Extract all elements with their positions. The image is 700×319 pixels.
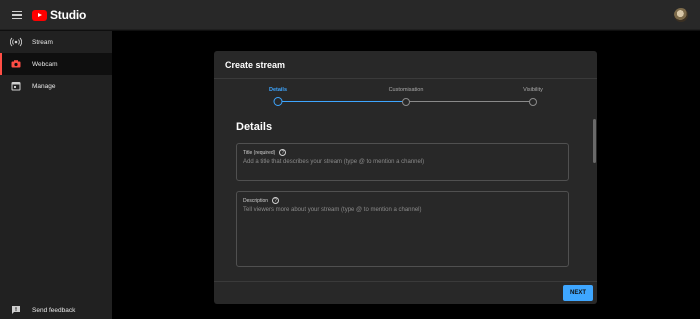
sidebar-item-label: Stream xyxy=(32,38,53,46)
description-label-text: Description xyxy=(243,197,269,204)
title-label-text: Title (required) xyxy=(243,149,276,156)
camera-icon xyxy=(10,59,22,69)
sidebar-item-label: Manage xyxy=(32,82,56,90)
broadcast-icon xyxy=(10,37,22,47)
description-field-label: Description ? xyxy=(243,197,280,204)
description-field[interactable]: Description ? Tell viewers more about yo… xyxy=(236,191,569,267)
stepper: Details Customisation Visibility xyxy=(214,81,597,111)
sidebar-item-manage[interactable]: Manage xyxy=(0,75,112,97)
feedback-icon xyxy=(10,305,22,315)
sidebar-item-stream[interactable]: Stream xyxy=(0,31,112,53)
description-input[interactable]: Tell viewers more about your stream (typ… xyxy=(243,207,422,213)
step-details-dot[interactable] xyxy=(273,97,283,106)
step-progress-line xyxy=(282,101,406,102)
studio-logo[interactable]: Studio xyxy=(32,8,86,22)
menu-icon[interactable] xyxy=(12,11,22,19)
youtube-logo-icon xyxy=(32,9,47,21)
step-visibility-label[interactable]: Visibility xyxy=(523,87,543,93)
send-feedback-label: Send feedback xyxy=(32,306,76,314)
section-title: Details xyxy=(236,121,273,133)
step-details-label[interactable]: Details xyxy=(269,87,287,93)
step-visibility-dot[interactable] xyxy=(529,97,537,106)
dialog-content: Details Title (required) ? Add a title t… xyxy=(214,113,597,281)
top-bar: Studio xyxy=(0,0,700,30)
step-line xyxy=(406,101,533,102)
sidebar: Stream Webcam Manage Send feedback xyxy=(0,31,112,319)
scrollbar[interactable] xyxy=(593,119,596,163)
sidebar-item-label: Webcam xyxy=(32,60,58,68)
dialog-footer: NEXT xyxy=(214,281,597,304)
title-input[interactable]: Add a title that describes your stream (… xyxy=(243,159,424,165)
step-customisation-label[interactable]: Customisation xyxy=(389,87,424,93)
calendar-icon xyxy=(10,81,22,91)
title-field-label: Title (required) ? xyxy=(243,149,287,156)
logo-text: Studio xyxy=(50,8,87,22)
help-icon[interactable]: ? xyxy=(272,197,280,204)
create-stream-dialog: Create stream Details Customisation Visi… xyxy=(214,51,597,304)
help-icon[interactable]: ? xyxy=(279,149,287,156)
sidebar-item-webcam[interactable]: Webcam xyxy=(0,53,112,75)
dialog-title: Create stream xyxy=(214,51,597,79)
send-feedback-link[interactable]: Send feedback xyxy=(0,301,112,319)
next-button[interactable]: NEXT xyxy=(563,285,593,301)
title-field[interactable]: Title (required) ? Add a title that desc… xyxy=(236,143,569,181)
step-customisation-dot[interactable] xyxy=(402,97,410,106)
avatar[interactable] xyxy=(674,8,688,22)
